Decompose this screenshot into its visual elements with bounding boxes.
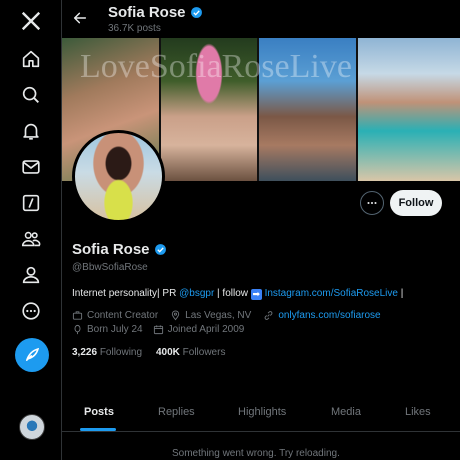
following-label: Following [99, 347, 143, 358]
follow-button[interactable]: Follow [390, 190, 442, 216]
follow-stats: 3,226 Following 400K Followers [72, 347, 225, 358]
tab-media[interactable]: Media [331, 406, 361, 418]
bio-text: | [397, 288, 404, 299]
header-display-name: Sofia Rose [108, 4, 186, 21]
header-title: Sofia Rose [108, 4, 203, 21]
verified-badge-icon [154, 244, 166, 255]
profile-name: Sofia Rose [72, 241, 167, 258]
briefcase-icon [72, 311, 83, 320]
compose-button[interactable] [15, 338, 49, 372]
bio-text: Internet personality| PR [72, 288, 180, 299]
banner-photo [160, 38, 258, 181]
active-tab-indicator [80, 428, 116, 431]
bell-icon[interactable] [16, 116, 46, 146]
communities-icon[interactable] [16, 224, 46, 254]
following-count: 3,226 [72, 347, 98, 358]
arrow-right-icon: ➡ [250, 289, 262, 300]
profile-bio: Internet personality| PR @bsgpr | follow… [72, 288, 403, 300]
followers-link[interactable]: 400K Followers [156, 347, 225, 358]
tab-replies[interactable]: Replies [158, 406, 195, 418]
ellipsis-icon [367, 201, 377, 205]
profile-avatar[interactable] [72, 130, 165, 223]
link-icon [264, 311, 273, 320]
followers-count: 400K [155, 347, 180, 358]
post-count: 36.7K posts [108, 23, 161, 34]
mail-icon[interactable] [16, 152, 46, 182]
more-options-button[interactable] [360, 191, 384, 215]
tab-posts[interactable]: Posts [84, 406, 114, 418]
calendar-icon [153, 325, 163, 335]
compose-icon [26, 347, 40, 361]
banner-photo [259, 38, 356, 181]
profile-meta-row: Content Creator Las Vegas, NV onlyfans.c… [72, 310, 381, 321]
location-pin-icon [171, 310, 180, 321]
profile-category: Content Creator [87, 310, 159, 321]
tab-likes[interactable]: Likes [405, 406, 431, 418]
bio-text: | follow [214, 288, 251, 299]
profile-header: Sofia Rose 36.7K posts [62, 0, 460, 38]
profile-handle: @BbwSofiaRose [72, 262, 148, 273]
followers-label: Followers [182, 347, 226, 358]
error-message: Something went wrong. Try reloading. [172, 448, 340, 459]
balloon-icon [74, 324, 81, 335]
sidebar-nav [0, 0, 62, 460]
bio-mention-link[interactable]: @bsgpr [179, 288, 214, 299]
following-link[interactable]: 3,226 Following [72, 347, 142, 358]
profile-birthday: Born July 24 [87, 324, 143, 335]
bio-instagram-link[interactable]: Instagram.com/SofiaRoseLive [265, 288, 398, 299]
profile-location: Las Vegas, NV [185, 310, 252, 321]
grok-icon[interactable] [16, 188, 46, 218]
verified-badge-icon [190, 7, 202, 18]
search-icon[interactable] [16, 80, 46, 110]
account-avatar[interactable] [19, 414, 45, 440]
x-logo-icon[interactable] [16, 6, 46, 36]
profile-website-link[interactable]: onlyfans.com/sofiarose [278, 310, 380, 321]
more-icon[interactable] [16, 296, 46, 326]
tab-highlights[interactable]: Highlights [238, 406, 286, 418]
profile-icon[interactable] [16, 260, 46, 290]
back-arrow-icon[interactable] [70, 8, 90, 28]
profile-joined-date: Joined April 2009 [167, 324, 245, 335]
profile-tabs: Posts Replies Highlights Media Likes [62, 396, 460, 432]
profile-meta-row: Born July 24 Joined April 2009 [72, 324, 244, 335]
profile-display-name: Sofia Rose [72, 241, 150, 258]
banner-photo [357, 38, 460, 181]
home-icon[interactable] [16, 44, 46, 74]
